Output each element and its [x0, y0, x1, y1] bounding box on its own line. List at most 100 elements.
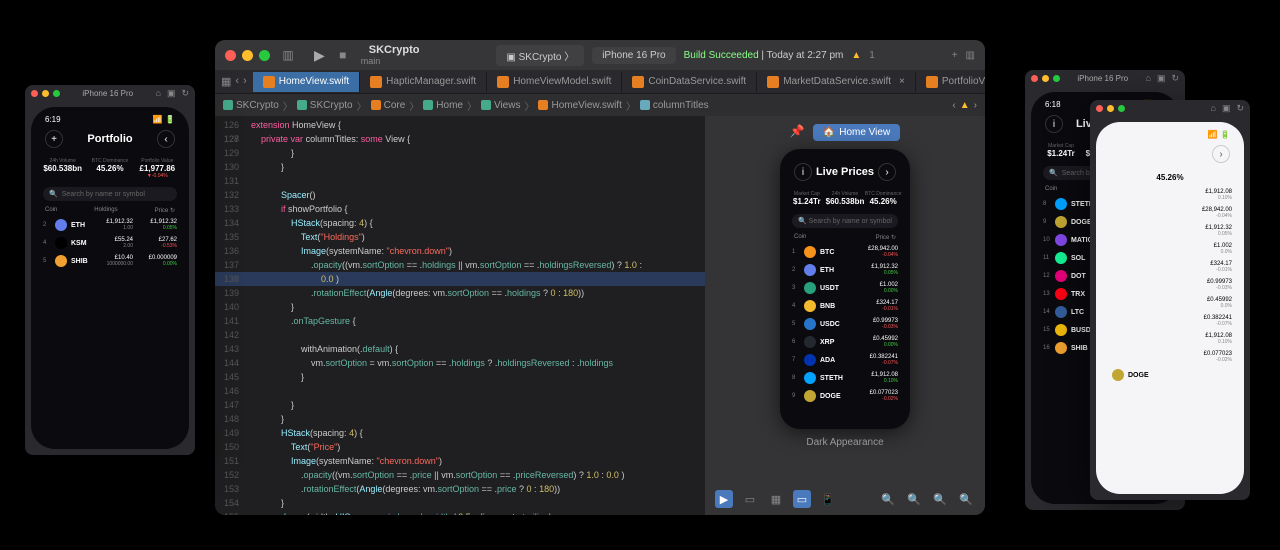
library-button[interactable]: ▥ [966, 50, 975, 61]
bc-nav-back[interactable]: ‹ [952, 100, 955, 111]
screenshot-icon[interactable]: ▣ [167, 88, 176, 99]
nav-forward-button[interactable]: › [878, 163, 896, 181]
file-tab[interactable]: HapticManager.swift [360, 72, 487, 92]
zoom-100-button[interactable]: 🔍 [931, 490, 949, 508]
zoom-button[interactable] [1118, 105, 1125, 112]
coin-row[interactable]: 3USDT£1.0020.00% [786, 279, 904, 297]
coin-row[interactable]: 4BNB£324.17-0.01% [786, 297, 904, 315]
coin-row[interactable]: 5SHIB£10.401000000.00£0.0000090.00% [37, 252, 183, 270]
col-coin[interactable]: Coin [1045, 186, 1057, 193]
warning-icon[interactable]: ▲ [851, 50, 861, 61]
coin-row[interactable]: £324.17-0.01% [1102, 258, 1238, 276]
search-field[interactable]: 🔍 Search by name or symbol [43, 187, 177, 201]
minimize-button[interactable] [42, 90, 49, 97]
coin-row[interactable]: £1,912.320.05% [1102, 222, 1238, 240]
pin-icon[interactable]: 📌 [790, 124, 805, 141]
col-price[interactable]: Price [155, 208, 169, 214]
coin-row[interactable]: £1,912.080.10% [1102, 330, 1238, 348]
screenshot-icon[interactable]: ▣ [1157, 73, 1166, 84]
nav-forward-icon[interactable]: › [243, 75, 247, 88]
coin-row[interactable]: 4KSM£55.242.00£27.62-0.53% [37, 234, 183, 252]
col-holdings[interactable]: Holdings [94, 207, 117, 214]
screenshot-icon[interactable]: ▣ [1222, 103, 1231, 114]
coin-row[interactable]: £0.382241-0.07% [1102, 312, 1238, 330]
info-button[interactable]: i [1045, 115, 1063, 133]
file-tab[interactable]: PortfolioView.swif... [916, 72, 985, 92]
zoom-button[interactable] [259, 50, 270, 61]
live-preview-button[interactable]: ▶ [715, 490, 733, 508]
close-button[interactable] [225, 50, 236, 61]
nav-forward-button[interactable]: › [1212, 145, 1230, 163]
code-editor[interactable]: 126extension HomeView {127128 private va… [215, 116, 705, 515]
coin-row[interactable]: £0.99973-0.03% [1102, 276, 1238, 294]
coin-row[interactable]: 2ETH£1,912.320.05% [786, 261, 904, 279]
coin-row[interactable]: 7ADA£0.382241-0.07% [786, 351, 904, 369]
zoom-button[interactable] [53, 90, 60, 97]
rotate-icon[interactable]: ↻ [181, 88, 189, 99]
nav-back-icon[interactable]: ‹ [235, 75, 239, 88]
search-field[interactable]: 🔍 Search by name or symbol [792, 214, 898, 228]
info-button[interactable]: i [794, 163, 812, 181]
coin-row[interactable]: £1.0020.0% [1102, 240, 1238, 258]
file-tab[interactable]: MarketDataService.swift× [757, 72, 916, 92]
bc-nav-forward[interactable]: › [974, 100, 977, 111]
home-icon[interactable]: ⌂ [1146, 73, 1151, 84]
preview-device[interactable]: iLive Prices›Market Cap$1.24Tr24h Volume… [780, 149, 910, 429]
coin-row[interactable]: 6XRP£0.459920.00% [786, 333, 904, 351]
minimize-button[interactable] [1107, 105, 1114, 112]
col-coin[interactable]: Coin [45, 207, 57, 214]
coin-row[interactable]: £0.459920.0% [1102, 294, 1238, 312]
home-icon[interactable]: ⌂ [156, 88, 161, 99]
coin-row[interactable]: 2ETH£1,912.321.00£1,912.320.05% [37, 216, 183, 234]
related-items-icon[interactable]: ▦ [221, 75, 231, 88]
close-button[interactable] [1096, 105, 1103, 112]
minimize-button[interactable] [1042, 75, 1049, 82]
scheme-selector[interactable]: ▣ SKCrypto 〉 [496, 45, 584, 66]
preview-badge[interactable]: 🏠 Home View [813, 124, 900, 141]
file-tab[interactable]: HomeViewModel.swift [487, 72, 622, 92]
rotate-icon[interactable]: ↻ [1236, 103, 1244, 114]
selectable-button[interactable]: ▭ [741, 490, 759, 508]
breadcrumb-item[interactable]: columnTitles [640, 100, 709, 111]
breadcrumb-item[interactable]: Core [371, 100, 406, 111]
coin-row[interactable]: £1,912.080.10% [1102, 186, 1238, 204]
close-icon[interactable]: × [899, 76, 905, 87]
coin-row[interactable]: 9DOGE£0.077023-0.02% [786, 387, 904, 405]
breadcrumb-item[interactable]: SKCrypto [223, 100, 279, 111]
nav-back-button[interactable]: ‹ [157, 130, 175, 148]
add-button[interactable]: + [45, 130, 63, 148]
coin-row[interactable]: 8STETH£1,912.080.10% [786, 369, 904, 387]
stop-button[interactable]: ■ [333, 45, 353, 65]
preview-device-button[interactable]: 📱 [819, 490, 837, 508]
add-button[interactable]: + [952, 50, 958, 61]
rotate-icon[interactable]: ↻ [1171, 73, 1179, 84]
build-time: Today at 2:27 pm [767, 50, 844, 61]
coin-row[interactable]: £0.077023-0.02% [1102, 348, 1238, 366]
device-selector[interactable]: iPhone 16 Pro [592, 47, 675, 64]
zoom-out-button[interactable]: 🔍 [879, 490, 897, 508]
coin-row[interactable]: £28,942.00-0.04% [1102, 204, 1238, 222]
zoom-button[interactable] [1053, 75, 1060, 82]
minimize-button[interactable] [242, 50, 253, 61]
breadcrumb-item[interactable]: HomeView.swift [538, 100, 621, 111]
breadcrumb-item[interactable]: Views [481, 100, 521, 111]
coin-row[interactable]: 5USDC£0.99973-0.03% [786, 315, 904, 333]
sidebar-toggle-icon[interactable]: ▥ [278, 45, 298, 65]
variants-button[interactable]: ▦ [767, 490, 785, 508]
run-button[interactable]: ▶ [314, 47, 325, 64]
phone-screen[interactable]: 6:19📶 🔋 + Portfolio ‹ 24h Volume$60.538b… [31, 107, 189, 449]
project-title[interactable]: SKCrypto [369, 44, 420, 56]
home-icon[interactable]: ⌂ [1211, 103, 1216, 114]
breadcrumb-item[interactable]: SKCrypto [297, 100, 353, 111]
file-tab[interactable]: CoinDataService.swift [622, 72, 757, 92]
coin-row[interactable]: 1BTC£28,942.00-0.04% [786, 243, 904, 261]
zoom-in-button[interactable]: 🔍 [957, 490, 975, 508]
close-button[interactable] [1031, 75, 1038, 82]
device-settings-button[interactable]: ▭ [793, 490, 811, 508]
file-tab[interactable]: HomeView.swift [253, 72, 360, 92]
breadcrumb-item[interactable]: Home [423, 100, 463, 111]
close-button[interactable] [31, 90, 38, 97]
warning-indicator-icon[interactable]: ▲ [960, 100, 970, 111]
zoom-fit-button[interactable]: 🔍 [905, 490, 923, 508]
phone-screen-light[interactable]: 📶 🔋 › 45.26% £1,912.080.10%£28,942.00-0.… [1096, 122, 1244, 494]
